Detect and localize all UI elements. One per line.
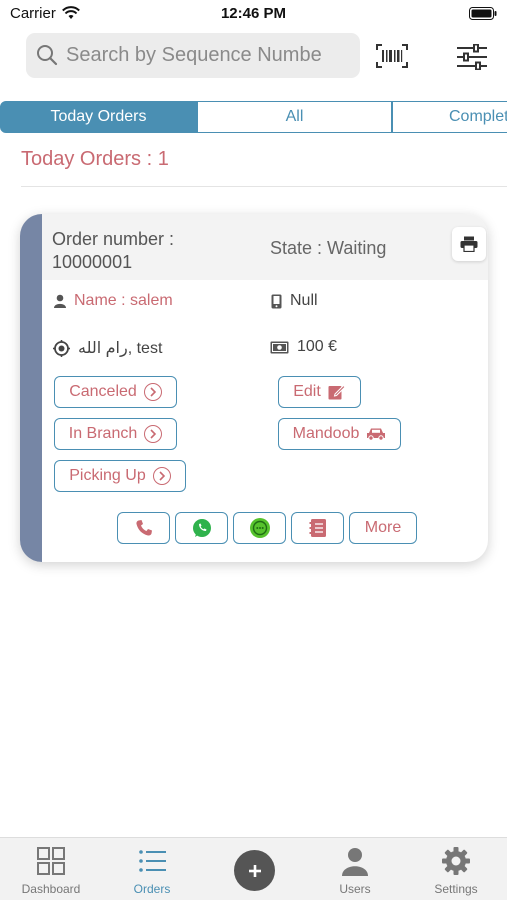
filter-button[interactable] xyxy=(456,43,488,75)
carrier-label: Carrier xyxy=(10,4,56,22)
order-number-value: 10000001 xyxy=(52,252,133,272)
chevron-right-circle-icon xyxy=(144,425,163,443)
money-icon xyxy=(270,341,289,353)
search-input[interactable] xyxy=(66,43,346,67)
car-icon xyxy=(367,428,386,441)
in-branch-label: In Branch xyxy=(68,425,138,442)
sliders-icon xyxy=(457,43,487,71)
notes-button[interactable] xyxy=(291,512,344,544)
carrier-group: Carrier xyxy=(10,5,80,22)
tab-all[interactable]: All xyxy=(197,101,392,133)
search-box[interactable] xyxy=(26,32,360,78)
order-card[interactable]: Order number : 10000001 State : Waiting … xyxy=(20,214,488,562)
tabbar-orders-label: Orders xyxy=(133,882,171,896)
location-target-icon xyxy=(53,339,70,357)
tab-completed[interactable]: Complet xyxy=(392,101,507,133)
order-tabs: Today Orders All Complet xyxy=(0,101,507,133)
tabbar-dashboard-label: Dashboard xyxy=(21,882,81,896)
phone-row: Null xyxy=(271,292,318,310)
edit-label: Edit xyxy=(293,383,321,400)
chat-bubble-icon xyxy=(249,518,270,538)
more-label: More xyxy=(364,519,402,536)
mandoob-label: Mandoob xyxy=(292,425,360,442)
mandoob-button[interactable]: Mandoob xyxy=(278,418,401,450)
edit-button[interactable]: Edit xyxy=(278,376,361,408)
amount-value: 100 € xyxy=(297,338,338,355)
print-button[interactable] xyxy=(452,227,486,261)
phone-value: Null xyxy=(290,292,318,309)
tabbar-settings-label: Settings xyxy=(434,882,478,896)
battery-icon xyxy=(469,6,497,20)
tabbar-dashboard[interactable]: Dashboard xyxy=(1,846,101,896)
search-icon xyxy=(37,45,58,66)
more-button[interactable]: More xyxy=(349,512,417,544)
barcode-icon xyxy=(376,44,408,68)
user-icon xyxy=(54,294,66,308)
canceled-button[interactable]: Canceled xyxy=(54,376,177,408)
chat-button[interactable] xyxy=(233,512,286,544)
printer-icon xyxy=(460,236,478,252)
barcode-scan-button[interactable] xyxy=(376,44,408,73)
order-state: State : Waiting xyxy=(270,238,387,258)
add-order-button[interactable] xyxy=(234,850,275,891)
wifi-icon xyxy=(61,6,80,19)
phone-device-icon xyxy=(271,294,282,308)
tabbar-settings[interactable]: Settings xyxy=(406,846,506,896)
tabbar-users[interactable]: Users xyxy=(305,846,405,896)
edit-icon xyxy=(328,384,346,400)
customer-name-row: Name : salem xyxy=(54,292,173,310)
gear-icon xyxy=(442,847,470,875)
order-number-label: Order number : xyxy=(52,229,175,249)
canceled-label: Canceled xyxy=(69,383,137,400)
address-value: رام الله, test xyxy=(78,340,163,357)
divider xyxy=(21,186,507,187)
tabbar-orders[interactable]: Orders xyxy=(102,846,202,896)
chevron-right-circle-icon xyxy=(152,467,171,485)
address-row: رام الله, test xyxy=(53,338,162,358)
status-bar: Carrier 12:46 PM xyxy=(0,0,507,26)
plus-icon xyxy=(248,864,261,877)
tab-today-orders[interactable]: Today Orders xyxy=(0,101,197,133)
amount-row: 100 € xyxy=(270,338,337,356)
section-title: Today Orders : 1 xyxy=(21,148,169,170)
dashboard-icon xyxy=(37,847,65,875)
tabbar-users-label: Users xyxy=(339,882,371,896)
in-branch-button[interactable]: In Branch xyxy=(54,418,177,450)
whatsapp-button[interactable] xyxy=(175,512,228,544)
call-button[interactable] xyxy=(117,512,170,544)
picking-up-label: Picking Up xyxy=(69,467,146,484)
order-number-block: Order number : 10000001 xyxy=(52,228,174,274)
bottom-tab-bar: Dashboard Orders Users Settings xyxy=(0,837,507,900)
chevron-right-circle-icon xyxy=(143,383,162,401)
whatsapp-icon xyxy=(192,519,211,537)
search-row xyxy=(26,32,496,78)
notebook-icon xyxy=(309,519,326,537)
user-icon xyxy=(342,848,368,876)
phone-icon xyxy=(135,520,152,536)
picking-up-button[interactable]: Picking Up xyxy=(54,460,186,492)
customer-name: Name : salem xyxy=(74,292,173,309)
list-icon xyxy=(139,850,166,872)
card-accent-stripe xyxy=(20,214,42,562)
